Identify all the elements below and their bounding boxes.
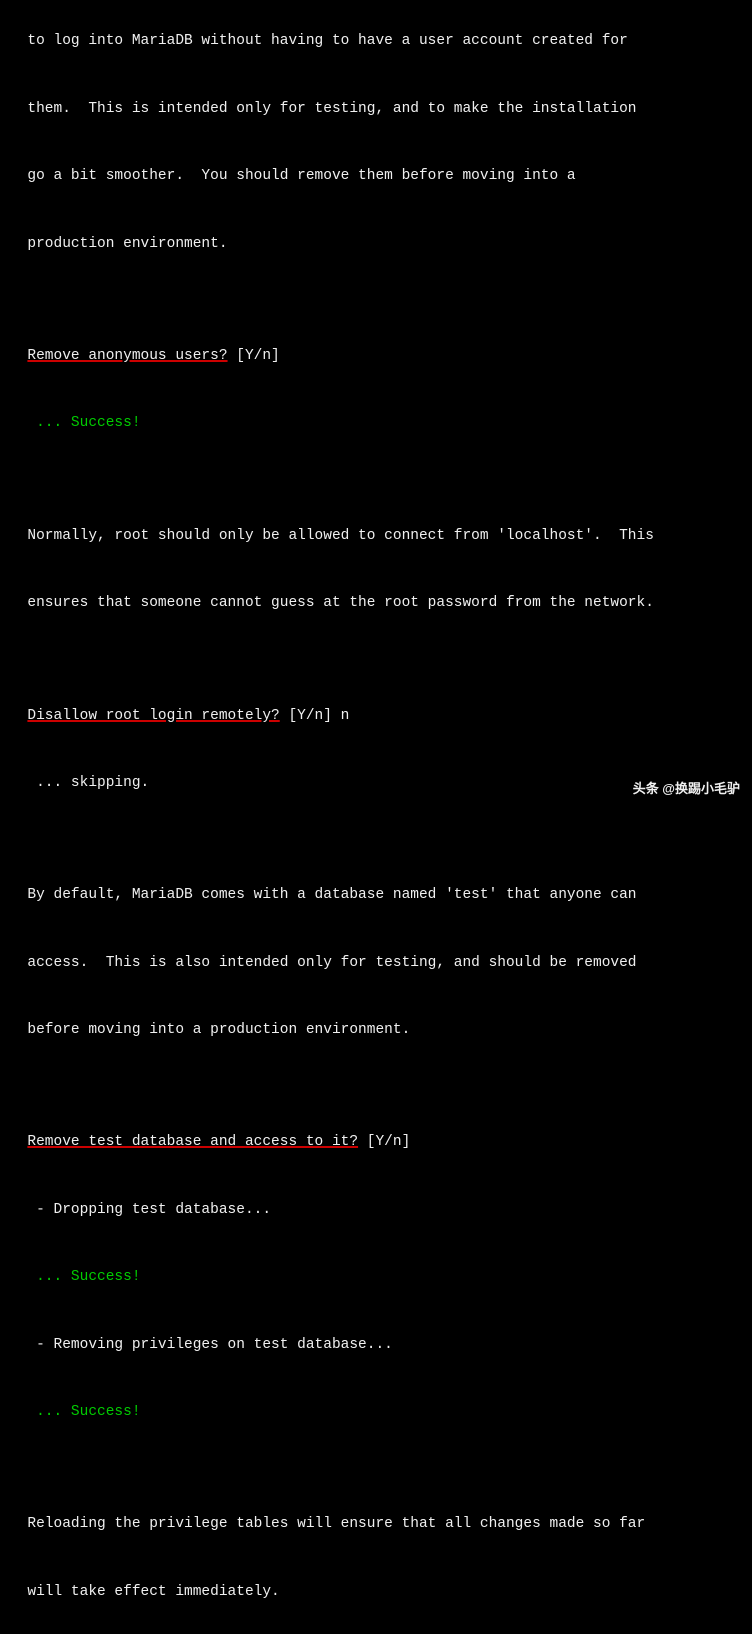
disallow-root-prompt: Disallow root login remotely? [27, 708, 279, 724]
line-4: production environment. [27, 236, 227, 252]
reload-line1: Reloading the privilege tables will ensu… [27, 1516, 645, 1532]
disallow-root-rest: [Y/n] n [280, 708, 350, 724]
remove-test-db-rest: [Y/n] [358, 1134, 410, 1150]
remove-privs-success: ... Success! [27, 1404, 140, 1420]
test-db-line3: before moving into a production environm… [27, 1022, 410, 1038]
drop-success: ... Success! [27, 1269, 140, 1285]
terminal-output: to log into MariaDB without having to ha… [10, 8, 742, 1634]
line-1: to log into MariaDB without having to ha… [27, 33, 627, 49]
test-db-line2: access. This is also intended only for t… [27, 955, 636, 971]
root-localhost-line1: Normally, root should only be allowed to… [27, 528, 654, 544]
remove-test-db-prompt: Remove test database and access to it? [27, 1134, 358, 1150]
line-2: them. This is intended only for testing,… [27, 101, 636, 117]
reload-line2: will take effect immediately. [27, 1584, 279, 1600]
dropping-test-db: - Dropping test database... [27, 1202, 271, 1218]
test-db-line1: By default, MariaDB comes with a databas… [27, 887, 636, 903]
line-3: go a bit smoother. You should remove the… [27, 168, 575, 184]
remove-anon-prompt: Remove anonymous users? [27, 348, 227, 364]
skipping-line: ... skipping. [27, 775, 149, 791]
watermark-prefix: 头条 @ [633, 781, 675, 796]
watermark-name: 换踢小毛驴 [675, 781, 740, 796]
remove-anon-rest: [Y/n] [228, 348, 280, 364]
root-localhost-line2: ensures that someone cannot guess at the… [27, 595, 654, 611]
remove-anon-success: ... Success! [27, 415, 140, 431]
removing-privs: - Removing privileges on test database..… [27, 1337, 392, 1353]
watermark: 头条 @换踢小毛驴 [633, 779, 740, 799]
